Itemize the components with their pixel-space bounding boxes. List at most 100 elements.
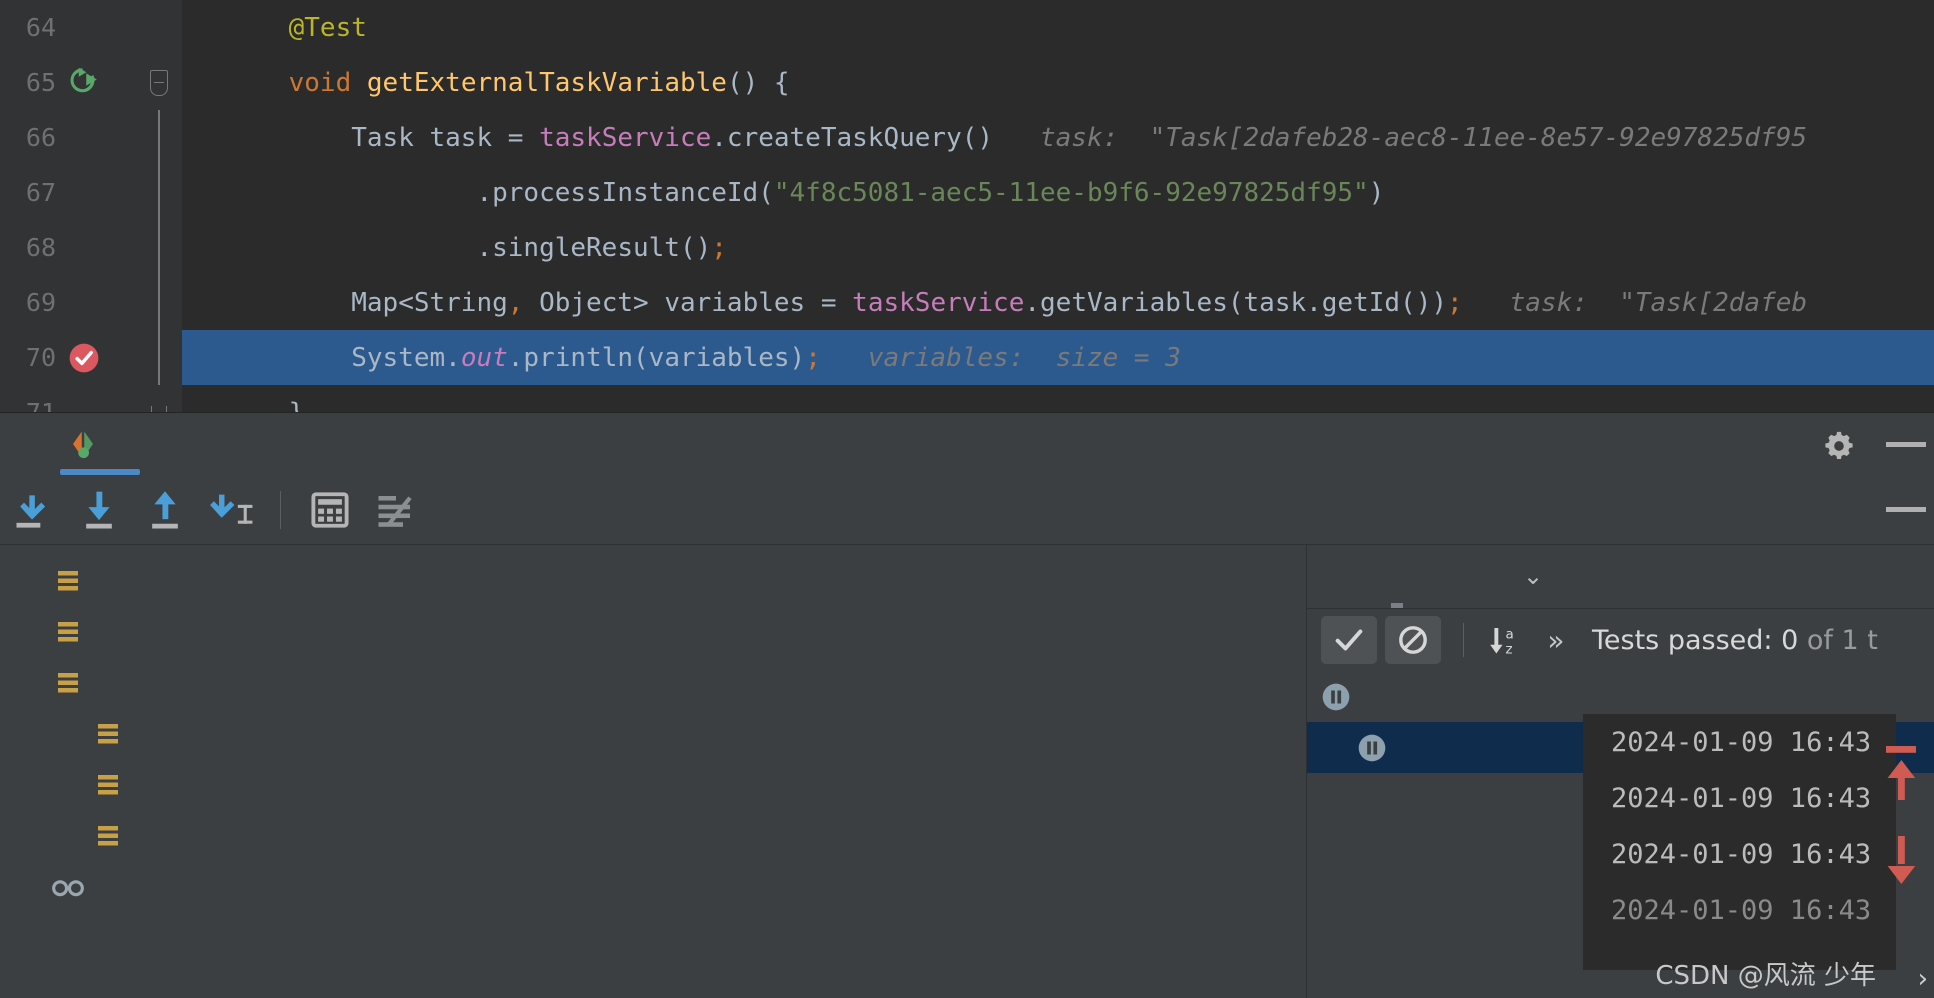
- console-line: 2024-01-09 16:43: [1611, 894, 1872, 926]
- variable-row[interactable]: [0, 708, 1306, 759]
- code-token: Task task =: [351, 122, 540, 153]
- code-token: .getVariables(task.getId()): [1024, 287, 1447, 318]
- gear-icon[interactable]: [1822, 429, 1856, 463]
- debug-tab-memory[interactable]: [1421, 545, 1469, 608]
- equals-sign: [90, 667, 110, 698]
- code-token: ): [1368, 177, 1385, 208]
- map-arrow: [130, 820, 150, 851]
- editor-gutter[interactable]: 66: [0, 110, 136, 165]
- editor-gutter[interactable]: 67: [0, 165, 136, 220]
- debug-tab-ove[interactable]: [1469, 545, 1517, 608]
- step-into-button[interactable]: [66, 477, 132, 543]
- ide-window: 64 @Test 65 void getExternalTaskVariable(…: [0, 0, 1934, 998]
- variable-value: [150, 769, 160, 800]
- tests-passed-status: Tests passed: 0 of 1 t: [1582, 625, 1878, 656]
- list-settings-button[interactable]: [363, 477, 429, 543]
- variable-text: [130, 718, 150, 749]
- variable-row[interactable]: [0, 810, 1306, 861]
- code-text: .singleResult();: [182, 233, 1934, 263]
- tests-passed-suffix: of 1 t: [1798, 624, 1878, 656]
- variable-text: [130, 820, 150, 851]
- test-toolbar-divider: [1463, 623, 1464, 657]
- code-line[interactable]: 70 System.out.println(variables); variab…: [0, 330, 1934, 385]
- code-line[interactable]: 68 .singleResult();: [0, 220, 1934, 275]
- variable-row[interactable]: [0, 759, 1306, 810]
- sort-alphabetically-icon[interactable]: a z: [1478, 616, 1530, 664]
- line[interactable]: [136, 220, 182, 275]
- minimize-icon[interactable]: [1886, 442, 1926, 447]
- field-icon: [86, 821, 130, 851]
- line[interactable]: [136, 330, 182, 385]
- run-tab[interactable]: [52, 413, 148, 475]
- code-token: .singleResult(): [476, 232, 712, 263]
- editor-gutter[interactable]: 64: [0, 0, 136, 55]
- code-line[interactable]: 67 .processInstanceId("4f8c5081-aec5-11e…: [0, 165, 1934, 220]
- equals-sign: [90, 565, 110, 596]
- editor-gutter[interactable]: 65: [0, 55, 136, 110]
- run-tab[interactable]: [0, 413, 52, 475]
- code-text: void getExternalTaskVariable() {: [182, 68, 1934, 98]
- editor-gutter[interactable]: 69: [0, 275, 136, 330]
- variable-text: [90, 616, 120, 647]
- debug-tab-watches[interactable]: [1325, 545, 1373, 608]
- line-number: 66: [25, 123, 56, 152]
- variable-row[interactable]: [0, 861, 1306, 912]
- code-line[interactable]: 65 void getExternalTaskVariable() {: [0, 55, 1934, 110]
- variable-row[interactable]: [0, 657, 1306, 708]
- line[interactable]: [136, 275, 182, 330]
- line[interactable]: [136, 165, 182, 220]
- expand-all-button[interactable]: »: [1530, 616, 1582, 664]
- debug-tab-console[interactable]: [1373, 545, 1421, 608]
- variable-text: [90, 565, 110, 596]
- step-over-button[interactable]: [0, 477, 66, 543]
- variables-pane[interactable]: [0, 545, 1307, 998]
- code-token: Object> variables =: [523, 287, 853, 318]
- field-icon: [86, 770, 130, 800]
- arrow-up-icon[interactable]: [1874, 744, 1928, 824]
- show-ignored-toggle[interactable]: [1385, 616, 1441, 664]
- line-number: 67: [25, 178, 56, 207]
- force-step-into-button[interactable]: [198, 477, 264, 543]
- line[interactable]: [136, 110, 182, 165]
- editor-gutter[interactable]: 70: [0, 330, 136, 385]
- console-output[interactable]: 2024-01-09 16:43 2024-01-09 16:43 2024-01-…: [1583, 714, 1896, 970]
- show-passed-toggle[interactable]: [1321, 616, 1377, 664]
- svg-text:a: a: [1506, 627, 1514, 643]
- code-line[interactable]: 66 Task task = taskService.createTaskQue…: [0, 110, 1934, 165]
- fold-collapse-icon[interactable]: [136, 55, 182, 110]
- code-token: () {: [726, 67, 790, 98]
- arrow-down-icon[interactable]: [1874, 824, 1928, 904]
- variable-row[interactable]: [0, 555, 1306, 606]
- debugger-toolbar: [0, 475, 1934, 545]
- step-out-button[interactable]: [132, 477, 198, 543]
- map-arrow: [130, 718, 150, 749]
- breakpoint-hit-icon[interactable]: [56, 340, 112, 376]
- variable-row[interactable]: [0, 606, 1306, 657]
- error-navigation[interactable]: [1874, 744, 1928, 904]
- variable-text: [90, 667, 124, 698]
- run-test-icon[interactable]: [56, 65, 112, 101]
- code-token: "4f8c5081-aec5-11ee-b9f6-92e97825df95": [773, 177, 1369, 208]
- toolbar-divider: [280, 490, 281, 529]
- csdn-watermark: CSDN @风流 少年: [1655, 961, 1876, 991]
- code-line[interactable]: 64 @Test: [0, 0, 1934, 55]
- scroll-right-chevron[interactable]: ›: [1918, 964, 1928, 994]
- editor-gutter[interactable]: 68: [0, 220, 136, 275]
- chevron-down-icon[interactable]: ⌄: [1517, 545, 1549, 608]
- code-text: Map<String, Object> variables = taskServ…: [182, 288, 1934, 318]
- console-line: 2024-01-09 16:43: [1611, 838, 1872, 870]
- code-token: .processInstanceId(: [476, 177, 774, 208]
- code-text: @Test: [182, 13, 1934, 43]
- code-token: ;: [805, 342, 821, 373]
- evaluate-expression-button[interactable]: [297, 477, 363, 543]
- code-editor[interactable]: 64 @Test 65 void getExternalTaskVariable(…: [0, 0, 1934, 440]
- toolbar-minimize-icon[interactable]: [1886, 507, 1926, 512]
- code-token: ;: [1447, 287, 1463, 318]
- code-line[interactable]: 69 Map<String, Object> variables = taskS…: [0, 275, 1934, 330]
